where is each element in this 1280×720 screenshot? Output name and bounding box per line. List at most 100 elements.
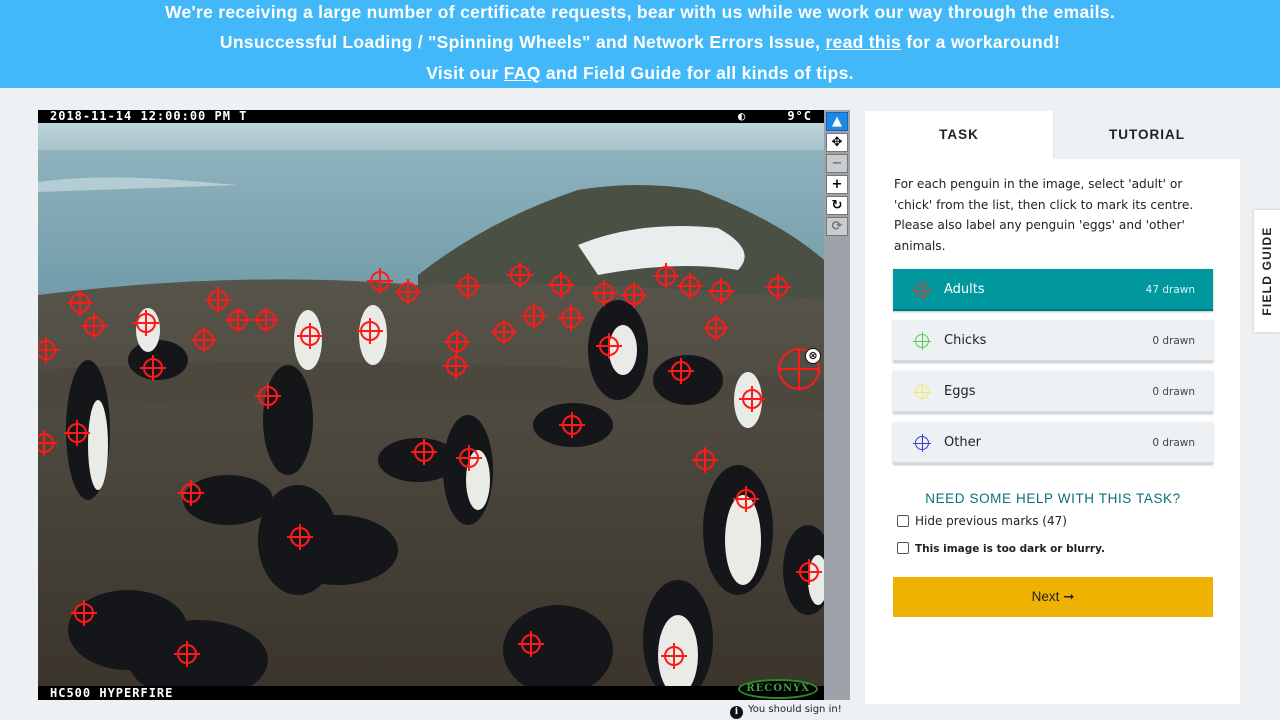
zoom-out-tool[interactable]: − (826, 154, 848, 173)
adult-mark[interactable] (38, 337, 59, 363)
adult-mark[interactable] (596, 333, 622, 359)
adult-mark[interactable] (81, 313, 107, 339)
too-dark-label: This image is too dark or blurry. (915, 543, 1105, 555)
adult-mark[interactable] (455, 273, 481, 299)
camera-model: HC500 HYPERFIRE (50, 686, 174, 700)
choice-count: 0 drawn (1152, 437, 1195, 449)
adult-mark[interactable] (621, 282, 647, 308)
adult-mark[interactable] (559, 412, 585, 438)
adult-mark[interactable] (191, 327, 217, 353)
adult-mark[interactable] (444, 329, 470, 355)
rotate-tool[interactable]: ↻ (826, 196, 848, 215)
adult-mark[interactable] (225, 307, 251, 333)
choice-label: Chicks (944, 333, 987, 348)
adult-mark[interactable] (255, 383, 281, 409)
banner-text: Visit our (426, 63, 504, 83)
choice-other[interactable]: Other 0 drawn (893, 422, 1213, 464)
crosshair-icon (913, 332, 931, 350)
banner-line-faq: Visit our FAQ and Field Guide for all ki… (0, 62, 1280, 84)
adult-mark[interactable] (548, 272, 574, 298)
tab-tutorial[interactable]: TUTORIAL (1053, 111, 1240, 159)
field-guide-tab[interactable]: FIELD GUIDE (1254, 210, 1280, 332)
checkbox-box[interactable] (897, 515, 909, 527)
adult-mark[interactable] (174, 641, 200, 667)
banner-text: and Field Guide for all kinds of tips. (540, 63, 854, 83)
info-icon: i (730, 706, 743, 719)
read-this-link[interactable]: read this (825, 32, 901, 52)
adult-mark[interactable] (703, 315, 729, 341)
adult-mark[interactable] (456, 445, 482, 471)
pointer-tool[interactable]: ▲ (826, 112, 848, 131)
too-dark-checkbox[interactable]: This image is too dark or blurry. (897, 542, 1105, 556)
photo-temperature: 9°C (787, 110, 812, 123)
announcement-banner: We're receiving a large number of certif… (0, 0, 1280, 88)
field-guide-label: FIELD GUIDE (1260, 226, 1274, 316)
remove-mark-icon[interactable]: ⊗ (805, 348, 821, 364)
moon-phase-icon: ◐ (737, 110, 747, 123)
adult-mark[interactable] (558, 305, 584, 331)
photo-timestamp: 2018-11-14 12:00:00 PM T (50, 110, 248, 123)
banner-line-certificates: We're receiving a large number of certif… (164, 2, 1115, 22)
choice-label: Adults (944, 282, 985, 297)
banner-text: for a workaround! (901, 32, 1061, 52)
choice-chicks[interactable]: Chicks 0 drawn (893, 320, 1213, 362)
adult-mark[interactable] (739, 386, 765, 412)
adult-mark[interactable] (668, 358, 694, 384)
crosshair-icon (913, 281, 931, 299)
adult-mark[interactable] (178, 480, 204, 506)
zoom-in-tool[interactable]: + (826, 175, 848, 194)
banner-text: Unsuccessful Loading / "Spinning Wheels"… (219, 32, 826, 52)
reset-tool[interactable]: ⟳ (826, 217, 848, 236)
camera-stamp-top: 2018-11-14 12:00:00 PM T ◐ 9°C (38, 110, 824, 123)
adult-mark[interactable] (395, 279, 421, 305)
image-tools: ▲ ✥ − + ↻ ⟳ (824, 110, 850, 700)
choice-count: 0 drawn (1152, 386, 1195, 398)
checkbox-box[interactable] (897, 542, 909, 554)
adult-mark[interactable] (692, 447, 718, 473)
hide-marks-checkbox[interactable]: Hide previous marks (47) (897, 514, 1067, 528)
adult-mark[interactable] (677, 273, 703, 299)
adult-mark[interactable] (133, 310, 159, 336)
adult-mark[interactable] (411, 439, 437, 465)
adult-mark[interactable] (507, 262, 533, 288)
adult-mark[interactable] (518, 631, 544, 657)
adult-mark[interactable] (38, 430, 57, 456)
adult-mark[interactable] (443, 353, 469, 379)
choice-count: 0 drawn (1152, 335, 1195, 347)
adult-mark[interactable] (140, 355, 166, 381)
adult-mark[interactable] (357, 318, 383, 344)
tab-task[interactable]: TASK (865, 111, 1053, 159)
camera-brand-logo: RECONYX (738, 679, 818, 699)
help-link[interactable]: NEED SOME HELP WITH THIS TASK? (893, 491, 1213, 506)
choice-label: Eggs (944, 384, 976, 399)
adult-mark[interactable] (521, 303, 547, 329)
adult-mark[interactable] (708, 278, 734, 304)
subject-image-viewer[interactable]: ⊗ 2018-11-14 12:00:00 PM T ◐ 9°C HC500 H… (38, 110, 824, 700)
adult-mark[interactable] (64, 420, 90, 446)
photo-conditions: ◐ 9°C (738, 110, 812, 123)
choice-label: Other (944, 435, 981, 450)
next-button[interactable]: Next ➞ (893, 577, 1213, 617)
adult-mark[interactable] (661, 643, 687, 669)
faq-link[interactable]: FAQ (504, 63, 541, 83)
crosshair-icon (913, 383, 931, 401)
sign-in-notice[interactable]: i You should sign in! (730, 702, 842, 719)
banner-line-loading: Unsuccessful Loading / "Spinning Wheels"… (0, 31, 1280, 53)
adult-mark[interactable] (367, 268, 393, 294)
adult-mark[interactable] (491, 319, 517, 345)
adult-mark[interactable] (591, 280, 617, 306)
adult-mark[interactable] (733, 486, 759, 512)
hide-marks-label: Hide previous marks (47) (915, 514, 1067, 528)
adult-mark[interactable] (653, 263, 679, 289)
choice-adults[interactable]: Adults 47 drawn (893, 269, 1213, 311)
adult-mark[interactable] (287, 524, 313, 550)
adult-mark[interactable] (796, 559, 822, 585)
move-tool[interactable]: ✥ (826, 133, 848, 152)
adult-mark[interactable] (765, 274, 791, 300)
choice-eggs[interactable]: Eggs 0 drawn (893, 371, 1213, 413)
crosshair-icon (913, 434, 931, 452)
adult-mark[interactable] (71, 600, 97, 626)
sign-in-text: You should sign in! (748, 704, 842, 715)
adult-mark[interactable] (297, 323, 323, 349)
adult-mark[interactable] (253, 307, 279, 333)
